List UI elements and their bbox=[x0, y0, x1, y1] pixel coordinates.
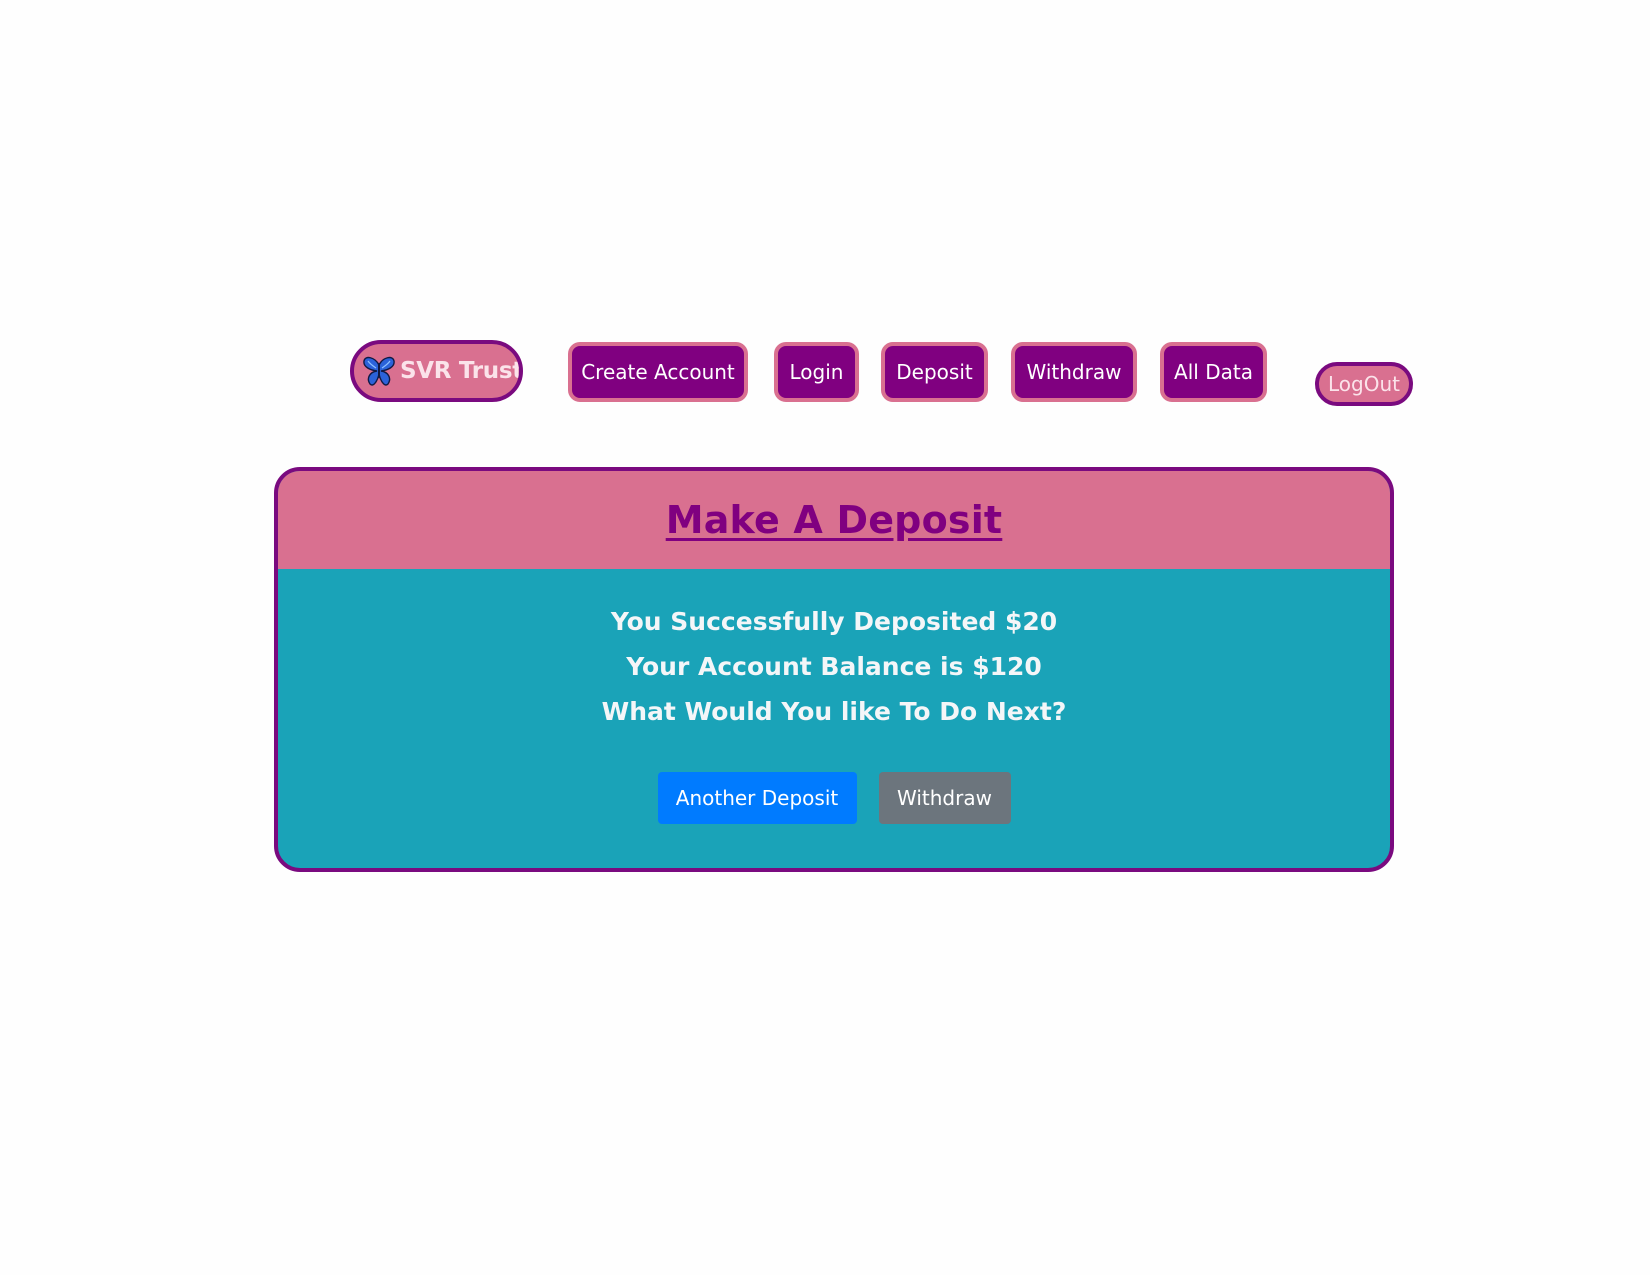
nav-login-button[interactable]: Login bbox=[774, 342, 859, 402]
brand-name: SVR Trust bbox=[400, 358, 523, 384]
withdraw-button[interactable]: Withdraw bbox=[878, 772, 1011, 824]
card-body: You Successfully Deposited $20 Your Acco… bbox=[278, 569, 1390, 824]
deposit-success-message: You Successfully Deposited $20 bbox=[610, 607, 1058, 636]
nav-all-data-button[interactable]: All Data bbox=[1160, 342, 1267, 402]
card-header: Make A Deposit bbox=[278, 471, 1390, 569]
page: SVR Trust Create Account Login Deposit W… bbox=[0, 0, 1650, 1275]
butterfly-icon bbox=[363, 356, 395, 386]
logout-button[interactable]: LogOut bbox=[1315, 362, 1413, 406]
another-deposit-button[interactable]: Another Deposit bbox=[657, 772, 857, 824]
nav-withdraw-button[interactable]: Withdraw bbox=[1011, 342, 1137, 402]
card-actions: Another Deposit Withdraw bbox=[278, 772, 1390, 824]
brand-logo-link[interactable]: SVR Trust bbox=[350, 340, 523, 402]
nav-create-account-button[interactable]: Create Account bbox=[568, 342, 748, 402]
nav-deposit-button[interactable]: Deposit bbox=[881, 342, 988, 402]
account-balance-message: Your Account Balance is $120 bbox=[626, 652, 1042, 681]
deposit-card: Make A Deposit You Successfully Deposite… bbox=[274, 467, 1394, 872]
next-action-prompt: What Would You like To Do Next? bbox=[601, 697, 1067, 726]
card-title: Make A Deposit bbox=[665, 498, 1003, 542]
